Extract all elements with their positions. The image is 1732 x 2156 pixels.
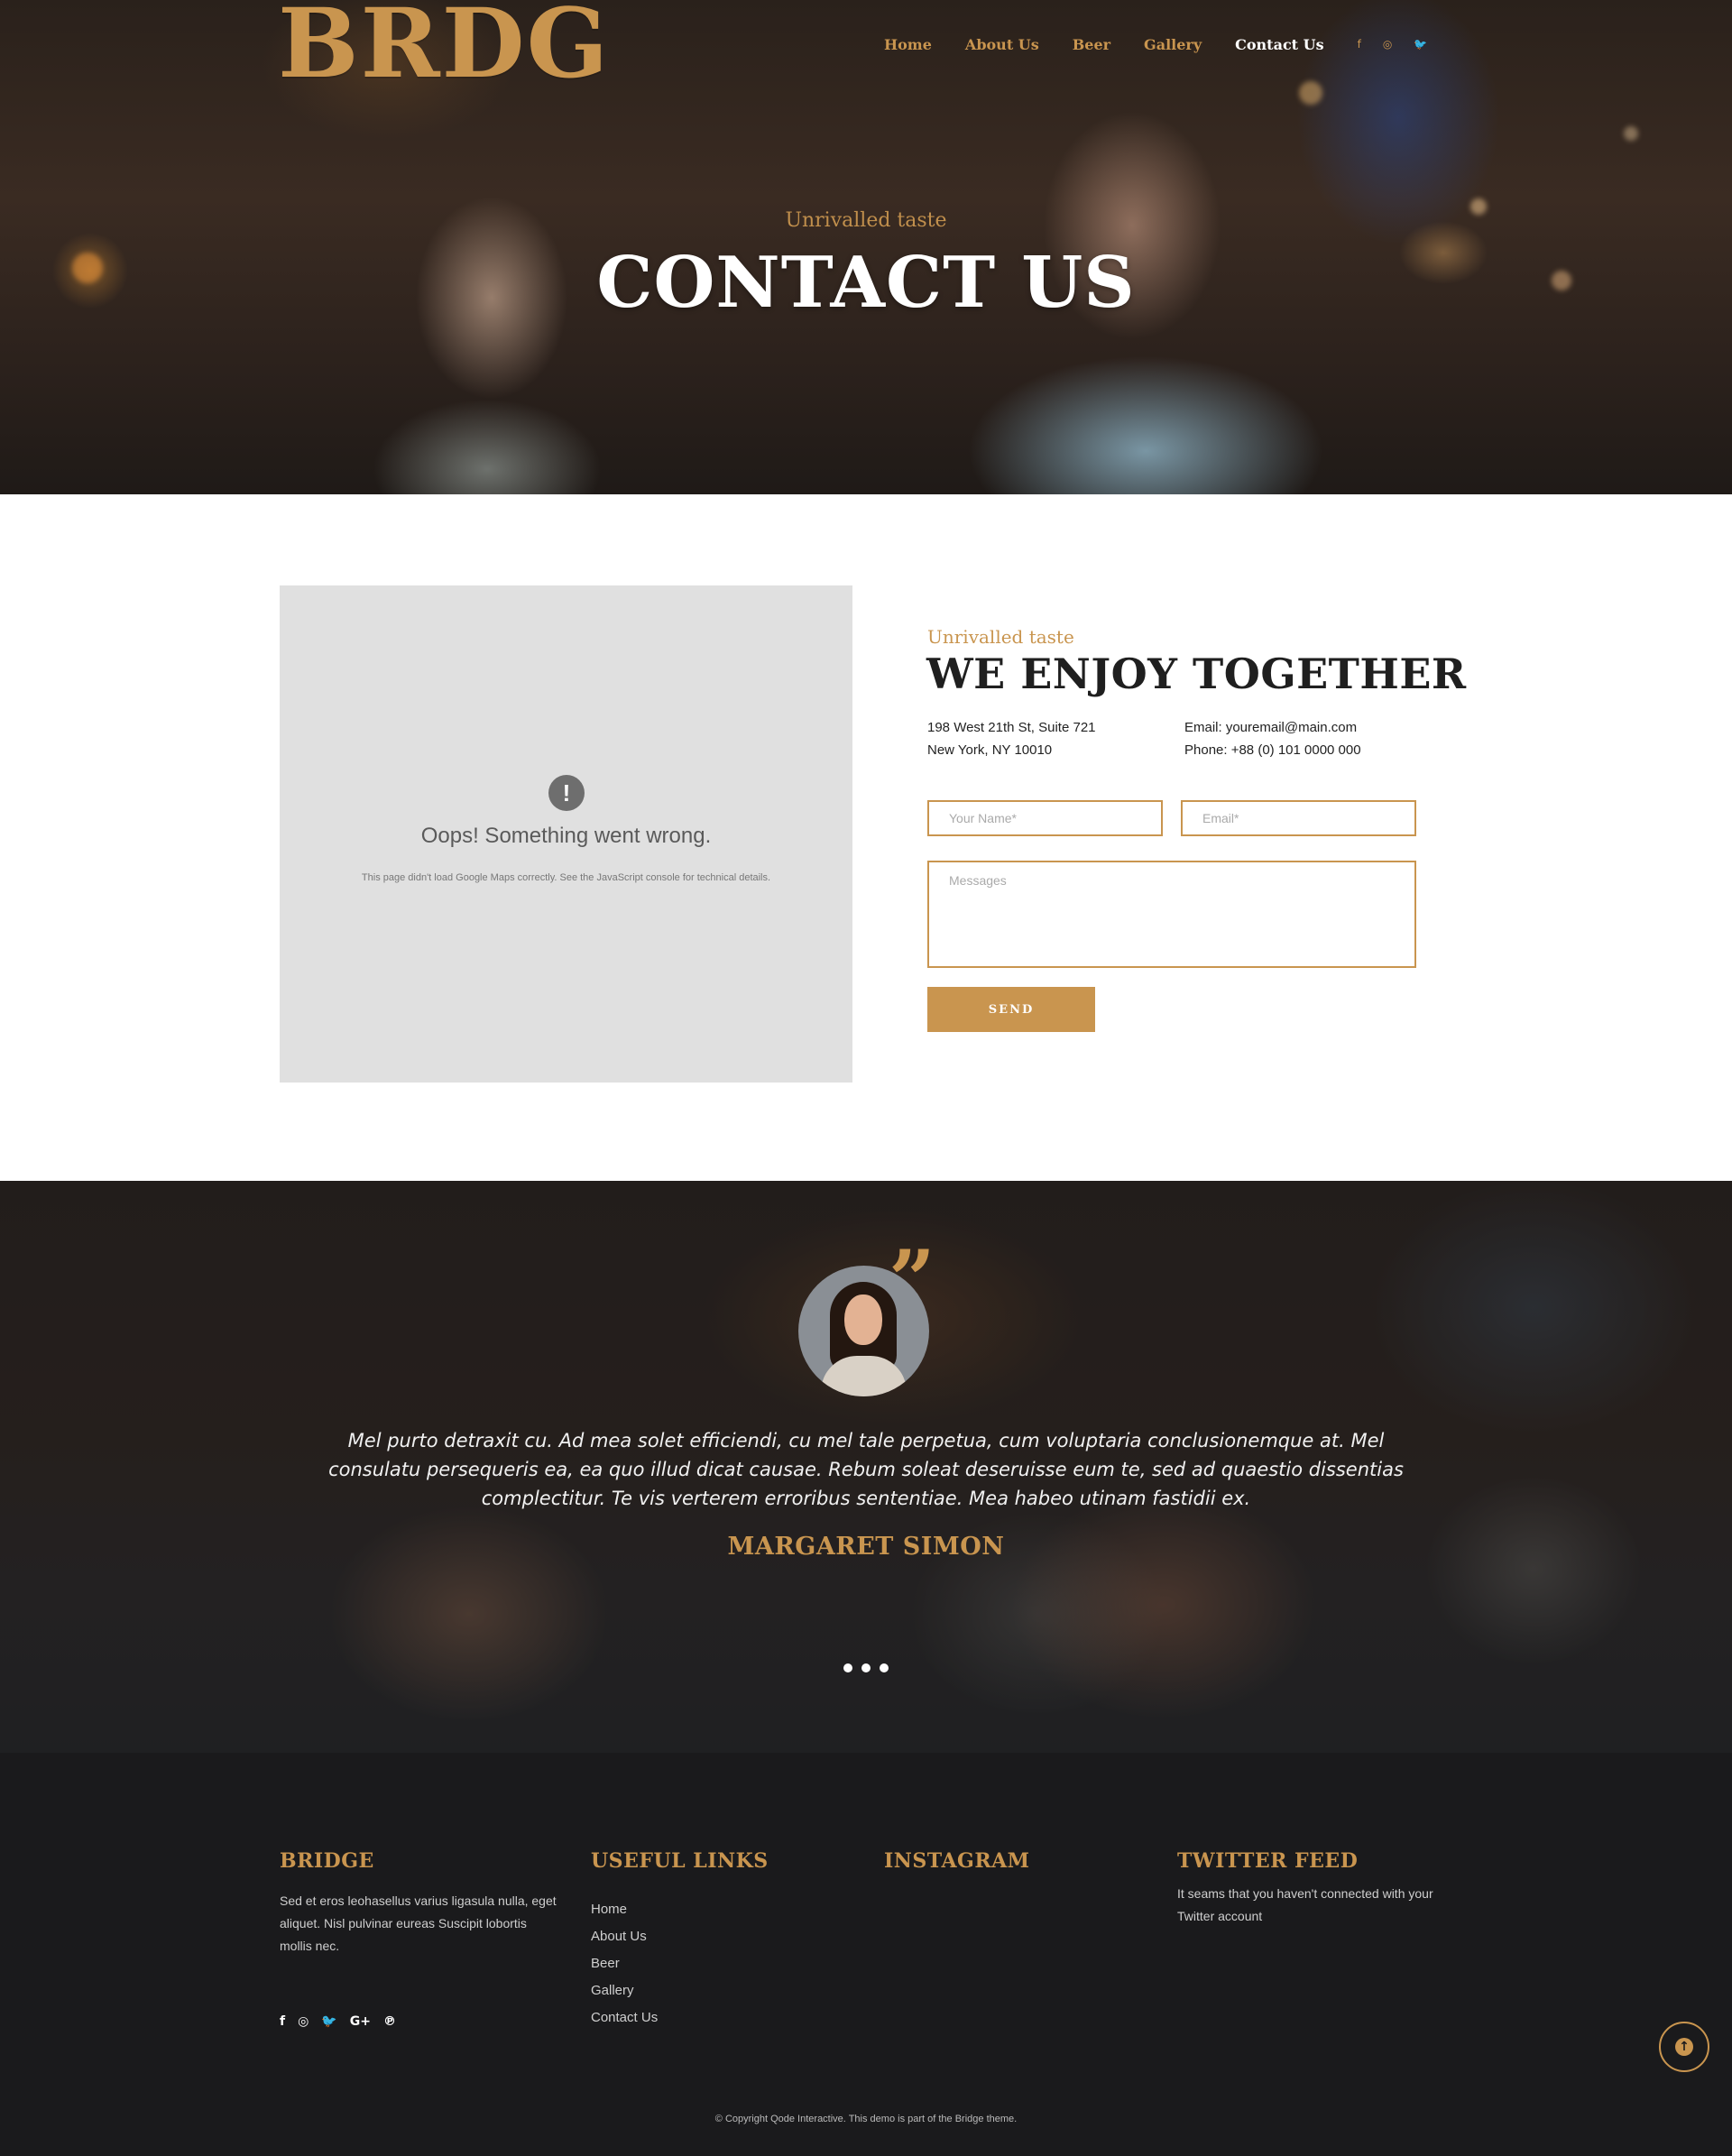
hero-subtitle: Unrivalled taste [785, 209, 947, 232]
footer-twitter-title: TWITTER FEED [1177, 1849, 1359, 1873]
contact-info-block: Email: youremail@main.com Phone: +88 (0)… [1184, 716, 1361, 761]
copyright: © Copyright Qode Interactive. This demo … [714, 2114, 1018, 2124]
nav-gallery[interactable]: Gallery [1144, 36, 1202, 53]
address-line: New York, NY 10010 [927, 742, 1053, 758]
footer-links: Home About Us Beer Gallery Contact Us [591, 1896, 658, 2032]
testimonial-text: Mel purto detraxit cu. Ad mea solet effi… [328, 1430, 1404, 1509]
back-to-top-button[interactable]: ↑ [1659, 2022, 1709, 2072]
slider-dot[interactable] [880, 1663, 889, 1672]
testimonial-section: ” Mel purto detraxit cu. Ad mea solet ef… [0, 1181, 1732, 1753]
bokeh-light [1299, 81, 1322, 105]
avatar-face [844, 1295, 882, 1345]
message-field[interactable] [927, 861, 1416, 968]
email-field[interactable] [1181, 800, 1416, 836]
warning-icon: ! [548, 775, 585, 811]
phone-line: Phone: +88 (0) 101 0000 000 [1184, 742, 1361, 758]
quote-icon: ” [889, 1232, 935, 1328]
slider-dot[interactable] [843, 1663, 852, 1672]
instagram-icon[interactable]: ◎ [1383, 38, 1392, 51]
bokeh-light [1624, 126, 1638, 141]
footer-link-contact-us[interactable]: Contact Us [591, 2004, 658, 2032]
arrow-up-icon: ↑ [1675, 2038, 1693, 2056]
nav-about-us[interactable]: About Us [965, 36, 1039, 53]
footer-twitter-text: It seams that you haven't connected with… [1177, 1886, 1433, 1923]
footer-links-title: USEFUL LINKS [591, 1849, 769, 1873]
nav-home[interactable]: Home [884, 36, 932, 53]
footer-link-home[interactable]: Home [591, 1896, 658, 1923]
slider-dots [843, 1663, 889, 1672]
address-block: 198 West 21th St, Suite 721 New York, NY… [927, 716, 1096, 761]
google-plus-icon[interactable]: G+ [350, 2014, 371, 2029]
footer: BRIDGE Sed et eros leohasellus varius li… [0, 1753, 1732, 2156]
page-title: CONTACT US [596, 242, 1136, 324]
twitter-icon[interactable]: 🐦 [321, 2014, 336, 2029]
testimonial-author: MARGARET SIMON [727, 1533, 1005, 1561]
instagram-icon[interactable]: ◎ [298, 2014, 309, 2029]
email-line: Email: youremail@main.com [1184, 720, 1358, 735]
name-field[interactable] [927, 800, 1163, 836]
slider-dot[interactable] [861, 1663, 871, 1672]
footer-bridge-text: Sed et eros leohasellus varius ligasula … [280, 1893, 557, 1953]
pinterest-icon[interactable]: ℗ [383, 2014, 396, 2029]
hero-section: BRDG Home About Us Beer Gallery Contact … [0, 0, 1732, 494]
address-line: 198 West 21th St, Suite 721 [927, 720, 1096, 735]
facebook-icon[interactable]: f [280, 2014, 285, 2029]
footer-link-gallery[interactable]: Gallery [591, 1977, 658, 2004]
send-button[interactable]: SEND [927, 987, 1095, 1032]
nav-contact-us[interactable]: Contact Us [1235, 36, 1323, 53]
footer-link-beer[interactable]: Beer [591, 1950, 658, 1977]
contact-subtitle: Unrivalled taste [927, 626, 1074, 648]
facebook-icon[interactable]: f [1358, 38, 1361, 51]
twitter-icon[interactable]: 🐦 [1414, 38, 1427, 51]
main-nav: Home About Us Beer Gallery Contact Us f … [884, 34, 1449, 54]
footer-social: f ◎ 🐦 G+ ℗ [280, 2014, 396, 2029]
site-logo[interactable]: BRDG [278, 0, 610, 91]
map-error-text: This page didn't load Google Maps correc… [361, 872, 771, 883]
contact-title: WE ENJOY TOGETHER [926, 650, 1467, 698]
google-map[interactable]: ! Oops! Something went wrong. This page … [280, 585, 852, 1083]
footer-bridge-title: BRIDGE [280, 1849, 374, 1873]
footer-instagram-title: INSTAGRAM [884, 1849, 1030, 1873]
footer-link-about-us[interactable]: About Us [591, 1923, 658, 1950]
map-error-title: Oops! Something went wrong. [420, 824, 712, 848]
nav-beer[interactable]: Beer [1073, 36, 1110, 53]
